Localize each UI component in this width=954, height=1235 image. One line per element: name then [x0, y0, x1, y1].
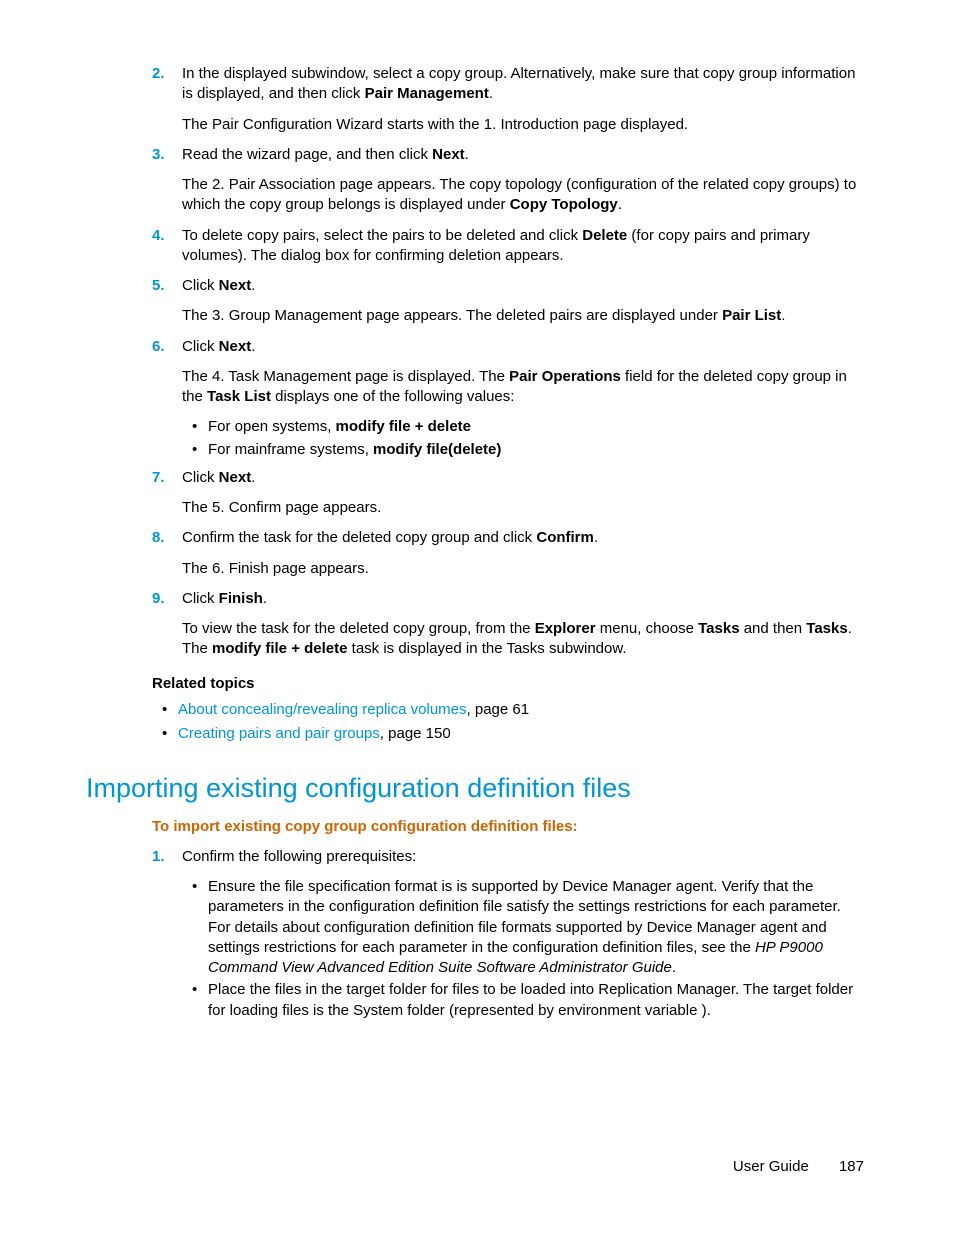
list-item-number: 9. — [152, 589, 165, 609]
numbered-list: 2. In the displayed subwindow, select a c… — [86, 64, 864, 660]
section-heading: Importing existing configuration definit… — [86, 770, 864, 806]
body-text: Click Next. — [182, 276, 864, 296]
list-item-number: 2. — [152, 64, 165, 84]
list-item-number: 1. — [152, 847, 165, 867]
body-text: Click Next. — [182, 337, 864, 357]
bullet-list: For open systems, modify file + delete Fo… — [182, 417, 864, 460]
bullet-item: Ensure the file specification format is … — [182, 877, 864, 978]
list-item-number: 7. — [152, 468, 165, 488]
document-page: 2. In the displayed subwindow, select a c… — [0, 0, 954, 1235]
body-text: The 3. Group Management page appears. Th… — [182, 306, 864, 326]
related-topics: Related topics About concealing/revealin… — [152, 674, 864, 745]
footer-page-number: 187 — [839, 1157, 864, 1177]
body-text: The Pair Configuration Wizard starts wit… — [182, 115, 864, 135]
list-item-number: 3. — [152, 145, 165, 165]
body-text: The 5. Confirm page appears. — [182, 498, 864, 518]
list-item: 3. Read the wizard page, and then click N… — [86, 145, 864, 216]
list-item-number: 5. — [152, 276, 165, 296]
body-text: Click Next. — [182, 468, 864, 488]
body-text: Read the wizard page, and then click Nex… — [182, 145, 864, 165]
body-text: Confirm the task for the deleted copy gr… — [182, 528, 864, 548]
body-text: To delete copy pairs, select the pairs t… — [182, 226, 864, 267]
bullet-item: For open systems, modify file + delete — [182, 417, 864, 437]
related-topic-link[interactable]: Creating pairs and pair groups — [178, 725, 380, 742]
list-item-number: 4. — [152, 226, 165, 246]
list-item: 6. Click Next. The 4. Task Management page… — [86, 337, 864, 460]
footer-label: User Guide — [733, 1158, 809, 1175]
list-item: 4. To delete copy pairs, select the pairs… — [86, 226, 864, 267]
page-footer: User Guide 187 — [733, 1157, 864, 1177]
body-text: Confirm the following prerequisites: — [182, 847, 864, 867]
intro-line: To import existing copy group configurat… — [152, 817, 864, 837]
list-item-number: 8. — [152, 528, 165, 548]
bullet-item: Place the files in the target folder for… — [182, 980, 864, 1021]
bullet-item: For mainframe systems, modify file(delet… — [182, 440, 864, 460]
body-text: The 2. Pair Association page appears. Th… — [182, 175, 864, 216]
body-text: In the displayed subwindow, select a cop… — [182, 64, 864, 105]
related-topic-link[interactable]: About concealing/revealing replica volum… — [178, 701, 467, 718]
related-topics-heading: Related topics — [152, 674, 864, 694]
bullet-list: Ensure the file specification format is … — [182, 877, 864, 1021]
body-text: To view the task for the deleted copy gr… — [182, 619, 864, 660]
list-item: 2. In the displayed subwindow, select a c… — [86, 64, 864, 135]
list-item: 5. Click Next. The 3. Group Management pag… — [86, 276, 864, 327]
related-topics-list: About concealing/revealing replica volum… — [152, 700, 864, 745]
related-topic-item: Creating pairs and pair groups, page 150 — [152, 724, 864, 744]
related-topic-item: About concealing/revealing replica volum… — [152, 700, 864, 720]
list-item: 1. Confirm the following prerequisites: En… — [86, 847, 864, 1021]
body-text: The 4. Task Management page is displayed… — [182, 367, 864, 408]
list-item: 7. Click Next. The 5. Confirm page appears… — [86, 468, 864, 519]
body-text: The 6. Finish page appears. — [182, 559, 864, 579]
list-item-number: 6. — [152, 337, 165, 357]
body-text: Click Finish. — [182, 589, 864, 609]
list-item: 8. Confirm the task for the deleted copy … — [86, 528, 864, 579]
list-item: 9. Click Finish. To view the task for the … — [86, 589, 864, 660]
import-numbered-list: 1. Confirm the following prerequisites: En… — [86, 847, 864, 1021]
